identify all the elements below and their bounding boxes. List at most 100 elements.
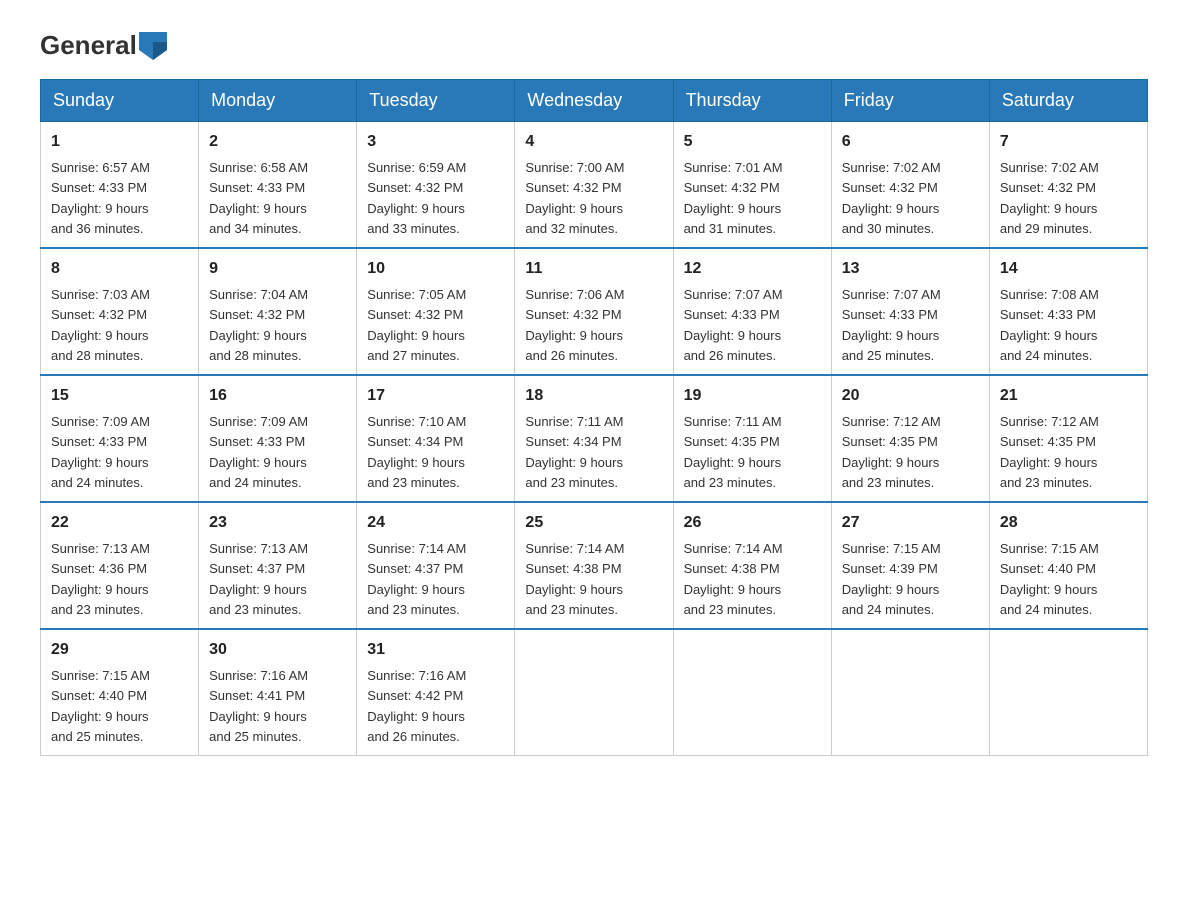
- day-number: 14: [1000, 257, 1137, 281]
- day-info: Sunrise: 7:01 AMSunset: 4:32 PMDaylight:…: [684, 160, 783, 236]
- calendar-cell: [673, 629, 831, 756]
- calendar-cell: [831, 629, 989, 756]
- day-info: Sunrise: 7:16 AMSunset: 4:42 PMDaylight:…: [367, 668, 466, 744]
- day-number: 20: [842, 384, 979, 408]
- calendar-cell: 22 Sunrise: 7:13 AMSunset: 4:36 PMDaylig…: [41, 502, 199, 629]
- calendar-cell: 20 Sunrise: 7:12 AMSunset: 4:35 PMDaylig…: [831, 375, 989, 502]
- day-number: 9: [209, 257, 346, 281]
- calendar-cell: 30 Sunrise: 7:16 AMSunset: 4:41 PMDaylig…: [199, 629, 357, 756]
- day-info: Sunrise: 7:02 AMSunset: 4:32 PMDaylight:…: [842, 160, 941, 236]
- day-info: Sunrise: 7:15 AMSunset: 4:39 PMDaylight:…: [842, 541, 941, 617]
- day-number: 27: [842, 511, 979, 535]
- day-number: 8: [51, 257, 188, 281]
- calendar-cell: 14 Sunrise: 7:08 AMSunset: 4:33 PMDaylig…: [989, 248, 1147, 375]
- calendar-table: SundayMondayTuesdayWednesdayThursdayFrid…: [40, 79, 1148, 756]
- day-info: Sunrise: 7:14 AMSunset: 4:38 PMDaylight:…: [525, 541, 624, 617]
- day-info: Sunrise: 7:13 AMSunset: 4:36 PMDaylight:…: [51, 541, 150, 617]
- calendar-cell: 24 Sunrise: 7:14 AMSunset: 4:37 PMDaylig…: [357, 502, 515, 629]
- calendar-cell: 6 Sunrise: 7:02 AMSunset: 4:32 PMDayligh…: [831, 122, 989, 249]
- day-info: Sunrise: 7:05 AMSunset: 4:32 PMDaylight:…: [367, 287, 466, 363]
- calendar-cell: 19 Sunrise: 7:11 AMSunset: 4:35 PMDaylig…: [673, 375, 831, 502]
- day-number: 21: [1000, 384, 1137, 408]
- calendar-cell: 12 Sunrise: 7:07 AMSunset: 4:33 PMDaylig…: [673, 248, 831, 375]
- day-number: 30: [209, 638, 346, 662]
- calendar-cell: 28 Sunrise: 7:15 AMSunset: 4:40 PMDaylig…: [989, 502, 1147, 629]
- calendar-cell: 23 Sunrise: 7:13 AMSunset: 4:37 PMDaylig…: [199, 502, 357, 629]
- day-info: Sunrise: 6:58 AMSunset: 4:33 PMDaylight:…: [209, 160, 308, 236]
- calendar-cell: 15 Sunrise: 7:09 AMSunset: 4:33 PMDaylig…: [41, 375, 199, 502]
- calendar-cell: 8 Sunrise: 7:03 AMSunset: 4:32 PMDayligh…: [41, 248, 199, 375]
- day-info: Sunrise: 6:57 AMSunset: 4:33 PMDaylight:…: [51, 160, 150, 236]
- day-number: 3: [367, 130, 504, 154]
- day-info: Sunrise: 7:04 AMSunset: 4:32 PMDaylight:…: [209, 287, 308, 363]
- day-number: 13: [842, 257, 979, 281]
- day-info: Sunrise: 7:12 AMSunset: 4:35 PMDaylight:…: [1000, 414, 1099, 490]
- day-number: 23: [209, 511, 346, 535]
- logo: General: [40, 30, 169, 59]
- day-number: 29: [51, 638, 188, 662]
- day-info: Sunrise: 7:09 AMSunset: 4:33 PMDaylight:…: [51, 414, 150, 490]
- day-info: Sunrise: 7:06 AMSunset: 4:32 PMDaylight:…: [525, 287, 624, 363]
- day-number: 25: [525, 511, 662, 535]
- day-number: 31: [367, 638, 504, 662]
- day-number: 16: [209, 384, 346, 408]
- day-info: Sunrise: 7:00 AMSunset: 4:32 PMDaylight:…: [525, 160, 624, 236]
- day-info: Sunrise: 7:08 AMSunset: 4:33 PMDaylight:…: [1000, 287, 1099, 363]
- day-number: 11: [525, 257, 662, 281]
- day-number: 18: [525, 384, 662, 408]
- page-header: General: [40, 30, 1148, 59]
- logo-icon: [139, 32, 167, 60]
- calendar-cell: 5 Sunrise: 7:01 AMSunset: 4:32 PMDayligh…: [673, 122, 831, 249]
- day-number: 12: [684, 257, 821, 281]
- calendar-cell: 27 Sunrise: 7:15 AMSunset: 4:39 PMDaylig…: [831, 502, 989, 629]
- calendar-cell: 9 Sunrise: 7:04 AMSunset: 4:32 PMDayligh…: [199, 248, 357, 375]
- day-header-sunday: Sunday: [41, 80, 199, 122]
- day-number: 15: [51, 384, 188, 408]
- day-number: 6: [842, 130, 979, 154]
- day-info: Sunrise: 7:14 AMSunset: 4:38 PMDaylight:…: [684, 541, 783, 617]
- calendar-cell: 21 Sunrise: 7:12 AMSunset: 4:35 PMDaylig…: [989, 375, 1147, 502]
- calendar-cell: 3 Sunrise: 6:59 AMSunset: 4:32 PMDayligh…: [357, 122, 515, 249]
- day-info: Sunrise: 7:07 AMSunset: 4:33 PMDaylight:…: [842, 287, 941, 363]
- calendar-cell: 10 Sunrise: 7:05 AMSunset: 4:32 PMDaylig…: [357, 248, 515, 375]
- day-info: Sunrise: 7:15 AMSunset: 4:40 PMDaylight:…: [1000, 541, 1099, 617]
- day-info: Sunrise: 7:03 AMSunset: 4:32 PMDaylight:…: [51, 287, 150, 363]
- day-info: Sunrise: 7:15 AMSunset: 4:40 PMDaylight:…: [51, 668, 150, 744]
- day-number: 17: [367, 384, 504, 408]
- calendar-header-row: SundayMondayTuesdayWednesdayThursdayFrid…: [41, 80, 1148, 122]
- calendar-week-row: 8 Sunrise: 7:03 AMSunset: 4:32 PMDayligh…: [41, 248, 1148, 375]
- calendar-cell: 13 Sunrise: 7:07 AMSunset: 4:33 PMDaylig…: [831, 248, 989, 375]
- day-info: Sunrise: 7:10 AMSunset: 4:34 PMDaylight:…: [367, 414, 466, 490]
- day-info: Sunrise: 7:09 AMSunset: 4:33 PMDaylight:…: [209, 414, 308, 490]
- day-number: 5: [684, 130, 821, 154]
- calendar-cell: 16 Sunrise: 7:09 AMSunset: 4:33 PMDaylig…: [199, 375, 357, 502]
- calendar-cell: 31 Sunrise: 7:16 AMSunset: 4:42 PMDaylig…: [357, 629, 515, 756]
- day-number: 10: [367, 257, 504, 281]
- calendar-cell: 26 Sunrise: 7:14 AMSunset: 4:38 PMDaylig…: [673, 502, 831, 629]
- calendar-cell: 25 Sunrise: 7:14 AMSunset: 4:38 PMDaylig…: [515, 502, 673, 629]
- calendar-cell: 1 Sunrise: 6:57 AMSunset: 4:33 PMDayligh…: [41, 122, 199, 249]
- day-number: 28: [1000, 511, 1137, 535]
- calendar-cell: 2 Sunrise: 6:58 AMSunset: 4:33 PMDayligh…: [199, 122, 357, 249]
- day-info: Sunrise: 6:59 AMSunset: 4:32 PMDaylight:…: [367, 160, 466, 236]
- calendar-cell: 29 Sunrise: 7:15 AMSunset: 4:40 PMDaylig…: [41, 629, 199, 756]
- day-number: 2: [209, 130, 346, 154]
- calendar-cell: 4 Sunrise: 7:00 AMSunset: 4:32 PMDayligh…: [515, 122, 673, 249]
- calendar-week-row: 1 Sunrise: 6:57 AMSunset: 4:33 PMDayligh…: [41, 122, 1148, 249]
- day-number: 4: [525, 130, 662, 154]
- day-header-friday: Friday: [831, 80, 989, 122]
- calendar-cell: 18 Sunrise: 7:11 AMSunset: 4:34 PMDaylig…: [515, 375, 673, 502]
- day-info: Sunrise: 7:16 AMSunset: 4:41 PMDaylight:…: [209, 668, 308, 744]
- day-info: Sunrise: 7:11 AMSunset: 4:35 PMDaylight:…: [684, 414, 782, 490]
- day-header-saturday: Saturday: [989, 80, 1147, 122]
- day-number: 22: [51, 511, 188, 535]
- logo-text: General: [40, 30, 169, 61]
- day-number: 1: [51, 130, 188, 154]
- day-info: Sunrise: 7:14 AMSunset: 4:37 PMDaylight:…: [367, 541, 466, 617]
- calendar-week-row: 22 Sunrise: 7:13 AMSunset: 4:36 PMDaylig…: [41, 502, 1148, 629]
- day-header-wednesday: Wednesday: [515, 80, 673, 122]
- day-header-thursday: Thursday: [673, 80, 831, 122]
- day-number: 19: [684, 384, 821, 408]
- day-info: Sunrise: 7:13 AMSunset: 4:37 PMDaylight:…: [209, 541, 308, 617]
- day-header-monday: Monday: [199, 80, 357, 122]
